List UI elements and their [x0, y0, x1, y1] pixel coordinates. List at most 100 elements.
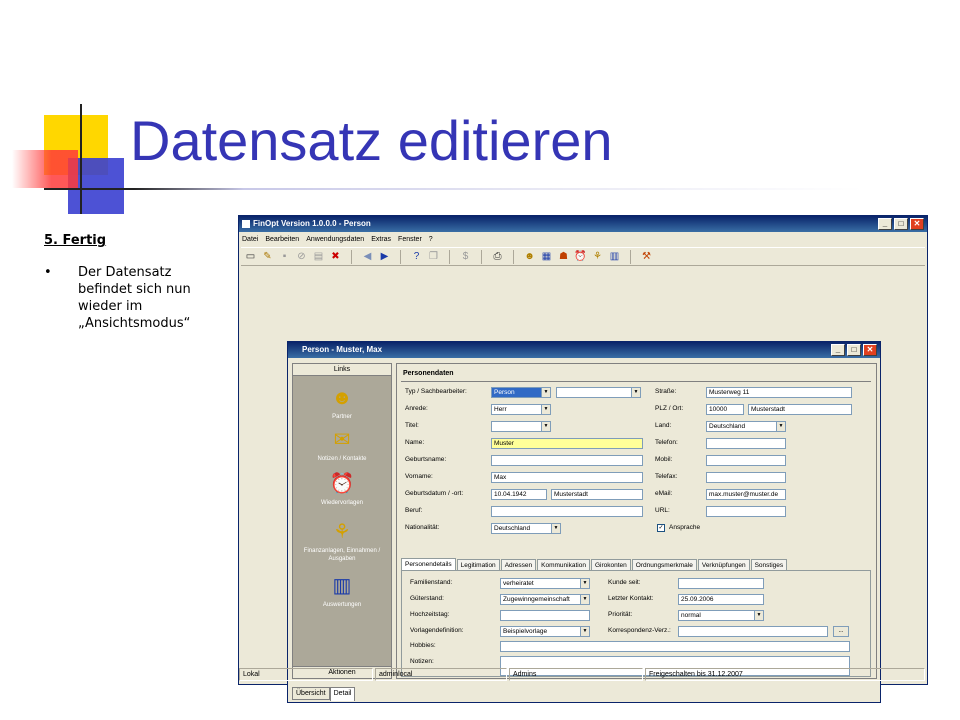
menu-fenster[interactable]: Fenster [398, 233, 422, 246]
maximize-button[interactable]: □ [894, 218, 908, 230]
letzter-kontakt-input[interactable]: 25.09.2006 [678, 594, 764, 605]
nationalitaet-select[interactable]: Deutschland ▼ [491, 523, 561, 534]
help-icon[interactable]: ? [409, 249, 424, 264]
prioritaet-select[interactable]: normal ▼ [678, 610, 764, 621]
toolbar-separator [513, 249, 514, 264]
ansprache-label: Ansprache [669, 524, 701, 531]
new-icon[interactable]: ▭ [243, 249, 258, 264]
tools-icon[interactable]: ⚒ [639, 249, 654, 264]
gueterstand-label: Güterstand: [410, 595, 444, 602]
edit-icon[interactable]: ✎ [260, 249, 275, 264]
telefon-input[interactable] [706, 438, 786, 449]
contacts-icon[interactable]: ▦ [539, 249, 554, 264]
tab-verknuepfungen[interactable]: Verknüpfungen [697, 559, 750, 570]
tab-ordnungsmerkmale[interactable]: Ordnungsmerkmale [631, 559, 697, 570]
inner-close-button[interactable]: ✕ [863, 344, 877, 356]
email-label: eMail: [655, 490, 673, 497]
beruf-input[interactable] [491, 506, 643, 517]
currency-icon[interactable]: $ [458, 249, 473, 264]
person-icon[interactable]: ☗ [556, 249, 571, 264]
tab-girokonten[interactable]: Girokonten [590, 559, 631, 570]
tab-kommunikation[interactable]: Kommunikation [537, 559, 590, 570]
menubar: Datei Bearbeiten Anwendungsdaten Extras … [239, 233, 927, 246]
url-input[interactable] [706, 506, 786, 517]
save-icon[interactable]: ▪ [277, 249, 292, 264]
inner-maximize-button[interactable]: □ [847, 344, 861, 356]
chevron-down-icon: ▼ [776, 422, 785, 431]
chart-icon[interactable]: ▥ [607, 249, 622, 264]
kunde-seit-input[interactable] [678, 578, 764, 589]
mobil-input[interactable] [706, 455, 786, 466]
nav-partner[interactable]: ☻ Partner [293, 386, 391, 421]
tab-adressen[interactable]: Adressen [500, 559, 537, 570]
forward-arrow-icon[interactable]: ▶ [377, 249, 392, 264]
inner-minimize-button[interactable]: _ [831, 344, 845, 356]
geburtsort-input[interactable]: Musterstadt [551, 489, 643, 500]
kunde-seit-label: Kunde seit: [608, 579, 641, 586]
korrespondenz-input[interactable] [678, 626, 828, 637]
familienstand-select[interactable]: verheiratet ▼ [500, 578, 590, 589]
menu-bearbeiten[interactable]: Bearbeiten [265, 233, 299, 246]
vorlagendefinition-select[interactable]: Beispielvorlage ▼ [500, 626, 590, 637]
email-input[interactable]: max.muster@muster.de [706, 489, 786, 500]
hobbies-input[interactable] [500, 641, 850, 652]
partner-icon[interactable]: ☻ [522, 249, 537, 264]
anrede-label: Anrede: [405, 405, 428, 412]
cancel-icon[interactable]: ⊘ [294, 249, 309, 264]
nav-auswertungen[interactable]: ▥ Auswertungen [293, 574, 391, 609]
back-arrow-icon[interactable]: ◀ [360, 249, 375, 264]
name-input[interactable]: Muster [491, 438, 643, 449]
land-select[interactable]: Deutschland ▼ [706, 421, 786, 432]
tab-detail[interactable]: Detail [329, 687, 356, 701]
toolbar: ▭ ✎ ▪ ⊘ ▤ ✖ ◀ ▶ ? ❐ $ ⎙ ☻ ▦ ☗ ⏰ ⚘ ▥ ⚒ [241, 247, 925, 266]
tab-sonstiges[interactable]: Sonstiges [750, 559, 788, 570]
sachbearbeiter-select[interactable]: ▼ [556, 387, 641, 398]
menu-help[interactable]: ? [429, 233, 433, 246]
copy-icon[interactable]: ❐ [426, 249, 441, 264]
nav-partner-label: Partner [332, 414, 352, 420]
menu-anwendungsdaten[interactable]: Anwendungsdaten [306, 233, 364, 246]
titel-select[interactable]: ▼ [491, 421, 551, 432]
beruf-label: Beruf: [405, 507, 423, 514]
links-header: Links [293, 364, 391, 376]
strasse-input[interactable]: Musterweg 11 [706, 387, 852, 398]
folder-icon[interactable]: ▤ [311, 249, 326, 264]
nav-notizen[interactable]: ✉ Notizen / Kontakte [293, 428, 391, 463]
geburtsdatum-input[interactable]: 10.04.1942 [491, 489, 547, 500]
close-button[interactable]: ✕ [910, 218, 924, 230]
menu-datei[interactable]: Datei [242, 233, 258, 246]
person-window-titlebar: Person - Muster, Max [288, 342, 880, 358]
ort-input[interactable]: Musterstadt [748, 404, 852, 415]
minimize-button[interactable]: _ [878, 218, 892, 230]
browse-button[interactable]: ... [833, 626, 849, 637]
bottom-tabs: Übersicht Detail [292, 687, 356, 701]
vorlagendefinition-value: Beispielvorlage [503, 628, 548, 635]
gueterstand-select[interactable]: Zugewinngemeinschaft ▼ [500, 594, 590, 605]
ansprache-checkbox[interactable]: ✓ [657, 524, 665, 532]
anrede-select[interactable]: Herr ▼ [491, 404, 551, 415]
telefax-input[interactable] [706, 472, 786, 483]
decoration-red-bar [12, 150, 78, 188]
tab-personendetails[interactable]: Personendetails [401, 558, 456, 570]
menu-extras[interactable]: Extras [371, 233, 391, 246]
notizen-label: Notizen: [410, 658, 434, 665]
nav-finanzanlagen[interactable]: ⚘ Finanzanlagen, Einnahmen / Ausgaben [293, 520, 391, 563]
finance-icon[interactable]: ⚘ [590, 249, 605, 264]
hochzeitstag-input[interactable] [500, 610, 590, 621]
nav-wiedervorlagen[interactable]: ⏰ Wiedervorlagen [293, 472, 391, 507]
tab-uebersicht[interactable]: Übersicht [292, 687, 330, 700]
slide-title: Datensatz editieren [130, 109, 613, 172]
chevron-down-icon: ▼ [754, 611, 763, 620]
alarm-clock-icon[interactable]: ⏰ [573, 249, 588, 264]
plz-input[interactable]: 10000 [706, 404, 744, 415]
tab-legitimation[interactable]: Legitimation [456, 559, 500, 570]
notes-icon: ✉ [333, 429, 351, 451]
print-icon[interactable]: ⎙ [490, 249, 505, 264]
typ-select[interactable]: Person ▼ [491, 387, 551, 398]
geburtsname-input[interactable] [491, 455, 643, 466]
vorname-input[interactable]: Max [491, 472, 643, 483]
delete-icon[interactable]: ✖ [328, 249, 343, 264]
personendaten-form: Personendaten Typ / Sachbearbeiter: Pers… [396, 363, 877, 679]
hobbies-label: Hobbies: [410, 642, 436, 649]
personendetails-panel: Familienstand: verheiratet ▼ Güterstand:… [401, 570, 871, 677]
